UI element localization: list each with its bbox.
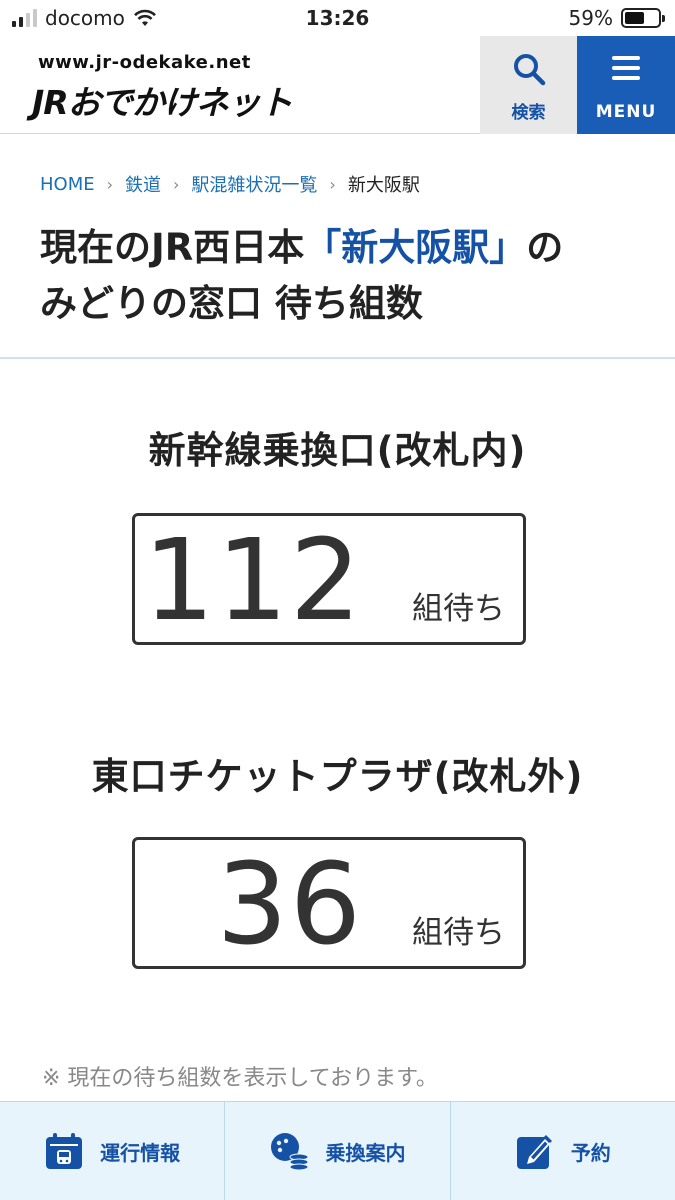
nav-label: 運行情報 xyxy=(100,1140,181,1165)
page: docomo 13:26 59% www.jr-odekake.net JRおで… xyxy=(0,0,675,1200)
chevron-right-icon: › xyxy=(173,174,180,194)
breadcrumb-congestion-list[interactable]: 駅混雑状況一覧 xyxy=(191,171,317,197)
nav-transfer-guide[interactable]: 乗換案内 xyxy=(225,1102,451,1200)
counter-box-shinkansen: 112 組待ち xyxy=(132,513,526,645)
status-right: 59% xyxy=(568,6,665,30)
waiting-unit: 組待ち xyxy=(412,915,505,951)
title-divider xyxy=(0,357,675,359)
title-line2: みどりの窓口 待ち組数 xyxy=(40,282,423,325)
title-suffix: の xyxy=(526,226,564,269)
nav-label: 予約 xyxy=(570,1140,611,1165)
nav-label: 乗換案内 xyxy=(325,1140,406,1165)
breadcrumb: HOME › 鉄道 › 駅混雑状況一覧 › 新大阪駅 xyxy=(40,171,420,197)
battery-icon xyxy=(621,8,665,28)
site-header: www.jr-odekake.net JRおでかけネット 検索 MENU xyxy=(0,36,675,134)
breadcrumb-current: 新大阪駅 xyxy=(347,175,420,196)
title-prefix: 現在のJR西日本 xyxy=(40,226,305,269)
bottom-nav: 運行情報 乗換案内 予約 xyxy=(0,1101,675,1200)
chevron-right-icon: › xyxy=(329,174,336,194)
breadcrumb-railway[interactable]: 鉄道 xyxy=(125,171,161,197)
nav-operation-info[interactable]: 運行情報 xyxy=(0,1102,226,1200)
title-station: 「新大阪駅」 xyxy=(304,226,527,269)
counter-box-east-exit: 36 組待ち xyxy=(132,837,526,969)
logo-url: www.jr-odekake.net xyxy=(38,52,251,73)
breadcrumb-home[interactable]: HOME xyxy=(40,174,95,195)
waiting-count: 112 xyxy=(143,516,363,646)
nav-reservation[interactable]: 予約 xyxy=(451,1102,675,1200)
footnote: ※ 現在の待ち組数を表示しております。 xyxy=(42,1066,438,1091)
counter-heading-shinkansen: 新幹線乗換口(改札内) xyxy=(148,429,527,472)
search-icon xyxy=(514,54,546,86)
search-button[interactable]: 検索 xyxy=(480,36,577,134)
counter-heading-east-exit: 東口チケットプラザ(改札外) xyxy=(91,755,584,798)
logo-text: JRおでかけネット xyxy=(32,83,293,122)
waiting-count: 36 xyxy=(216,840,363,970)
search-label: 検索 xyxy=(511,103,546,123)
status-bar: docomo 13:26 59% xyxy=(0,0,675,36)
chevron-right-icon: › xyxy=(106,174,114,194)
calendar-train-icon xyxy=(46,1133,83,1169)
edit-icon xyxy=(516,1135,552,1169)
waiting-unit: 組待ち xyxy=(412,591,505,627)
menu-button[interactable]: MENU xyxy=(577,36,675,134)
hamburger-icon xyxy=(612,56,640,86)
menu-label: MENU xyxy=(595,102,657,122)
page-title: 現在のJR西日本「新大阪駅」の みどりの窓口 待ち組数 xyxy=(40,220,650,332)
transfer-icon xyxy=(271,1133,309,1171)
battery-percent: 59% xyxy=(568,6,613,30)
site-logo[interactable]: JRおでかけネット xyxy=(32,76,293,124)
